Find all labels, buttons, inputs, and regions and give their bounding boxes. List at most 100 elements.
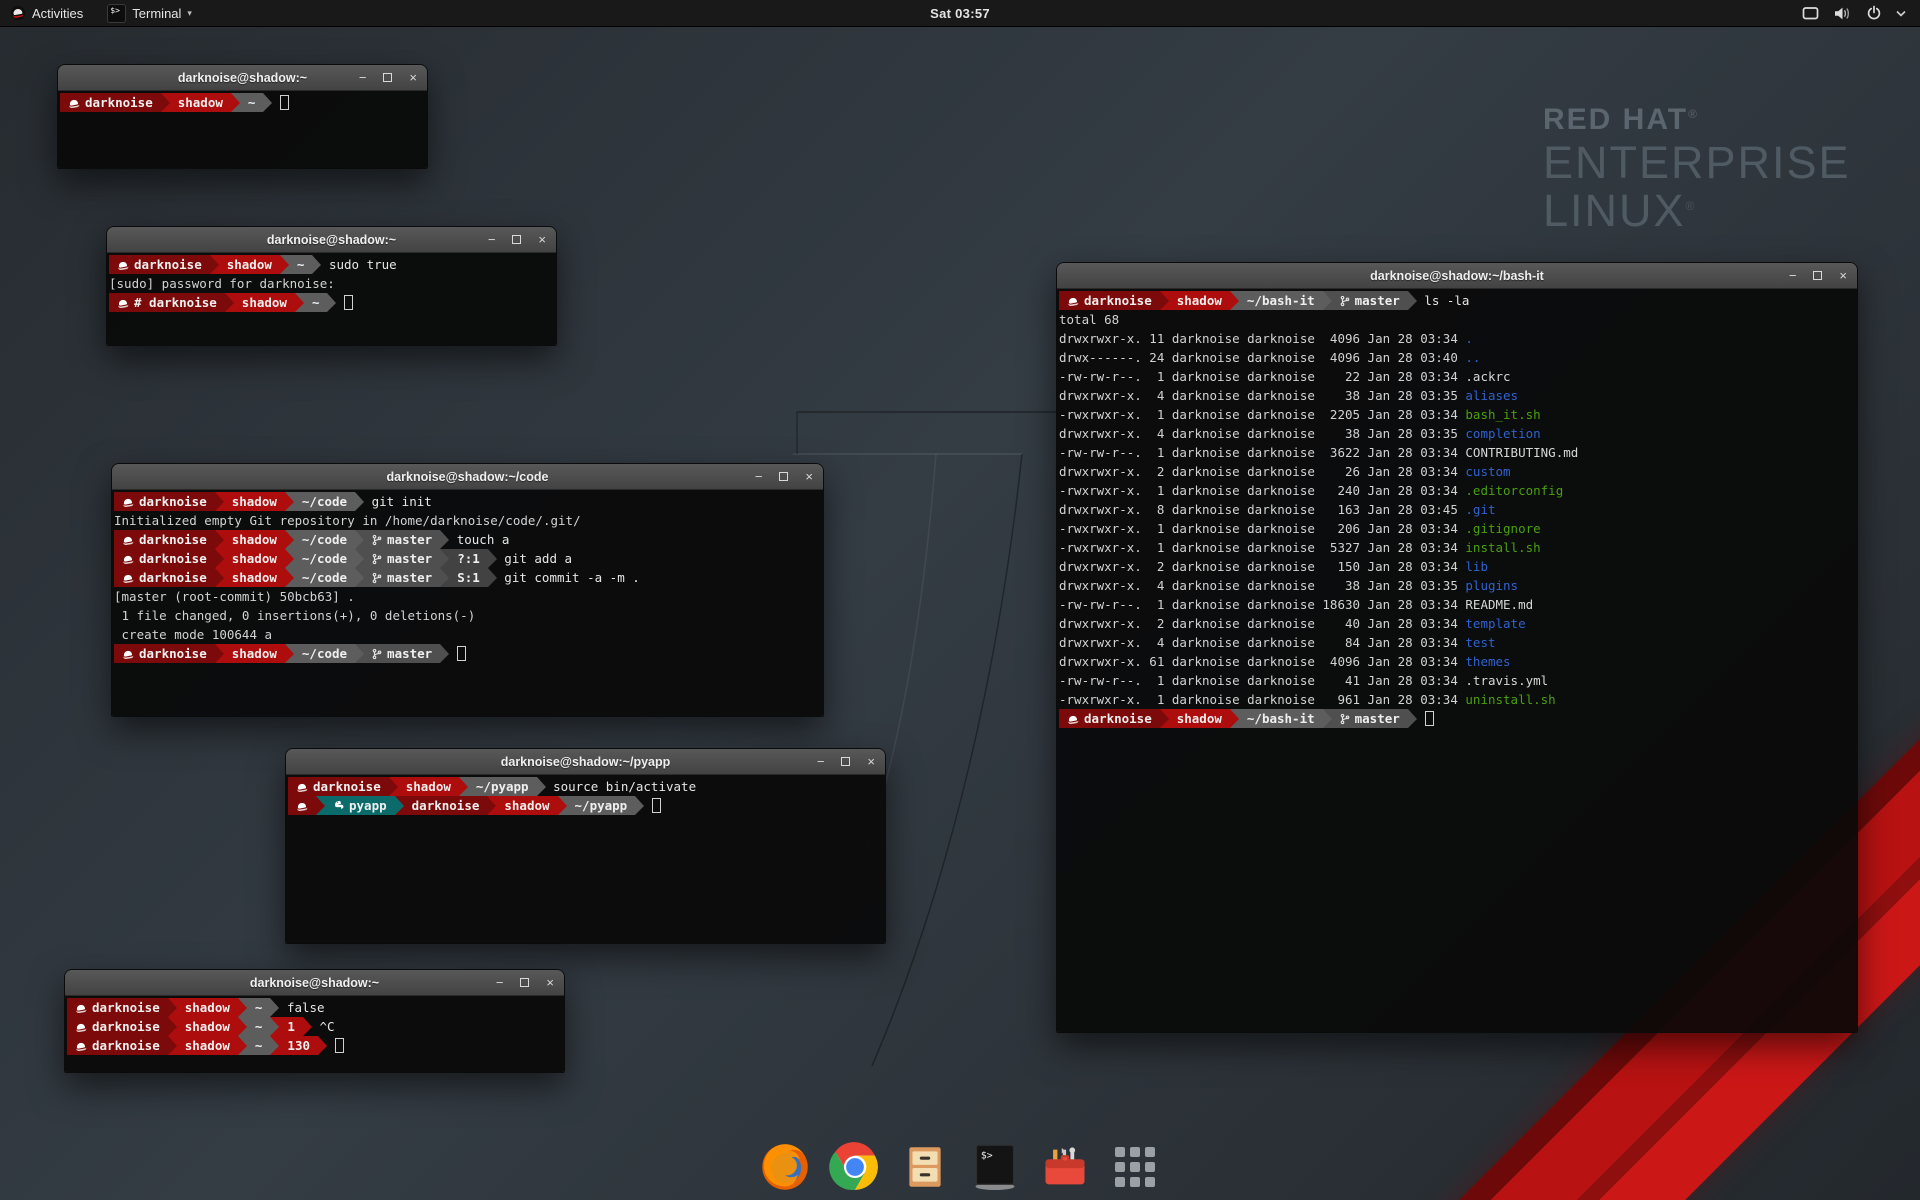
powerline-arrow xyxy=(355,492,364,511)
powerline-arrow xyxy=(280,255,289,274)
prompt-segment-user: darknoise xyxy=(114,568,215,587)
terminal-output-line: drwxrwxr-x. 4 darknoise darknoise 38 Jan… xyxy=(1059,424,1857,443)
terminal-content[interactable]: darknoiseshadow~ xyxy=(58,91,427,168)
terminal-output-line: -rwxrwxr-x. 1 darknoise darknoise 240 Ja… xyxy=(1059,481,1857,500)
powerline-arrow xyxy=(168,1036,177,1055)
minimize-button[interactable]: − xyxy=(1789,269,1797,282)
redhat-prompt-icon xyxy=(296,800,308,812)
dock-item-terminal[interactable]: $> xyxy=(968,1140,1022,1194)
prompt-segment-path: ~ xyxy=(304,293,328,312)
powerline-arrow xyxy=(459,777,468,796)
minimize-button[interactable]: − xyxy=(755,470,763,483)
ls-row-filename: install.sh xyxy=(1465,540,1540,555)
maximize-button[interactable] xyxy=(383,73,392,82)
maximize-button[interactable] xyxy=(841,757,850,766)
ls-row-filename: test xyxy=(1465,635,1495,650)
terminal-output-line: drwxrwxr-x. 8 darknoise darknoise 163 Ja… xyxy=(1059,500,1857,519)
window-titlebar[interactable]: darknoise@shadow:~ − × xyxy=(65,970,564,996)
maximize-button[interactable] xyxy=(779,472,788,481)
powerline-arrow xyxy=(295,293,304,312)
powerline-arrow xyxy=(1323,291,1332,310)
desktop: RED HAT® ENTERPRISE LINUX® Activities $>… xyxy=(0,0,1920,1200)
terminal-output-line: -rw-rw-r--. 1 darknoise darknoise 22 Jan… xyxy=(1059,367,1857,386)
prompt-line: # darknoiseshadow~ xyxy=(109,293,556,312)
powerline-arrow xyxy=(440,568,449,587)
prompt-segment-host: shadow xyxy=(1169,709,1230,728)
terminal-content[interactable]: darknoiseshadow~/code git initInitialize… xyxy=(112,490,823,716)
prompt-segment-user: darknoise xyxy=(67,1036,168,1055)
output-text: [sudo] password for darknoise: xyxy=(109,276,335,291)
output-text: 1 file changed, 0 insertions(+), 0 delet… xyxy=(114,608,475,623)
minimize-button[interactable]: − xyxy=(359,71,367,84)
powerline-arrow xyxy=(263,93,272,112)
dock-item-firefox[interactable] xyxy=(758,1140,812,1194)
prompt-segment-path: ~/code xyxy=(294,530,355,549)
maximize-button[interactable] xyxy=(1813,271,1822,280)
prompt-segment-user: darknoise xyxy=(114,549,215,568)
ls-row-filename: completion xyxy=(1465,426,1540,441)
close-button[interactable]: × xyxy=(805,470,813,483)
typed-command: git commit -a -m . xyxy=(497,570,640,585)
typed-command: sudo true xyxy=(321,257,396,272)
ls-row-meta: -rwxrwxr-x. 1 darknoise darknoise 2205 J… xyxy=(1059,407,1465,422)
prompt-line: darknoiseshadow~1 ^C xyxy=(67,1017,564,1036)
minimize-button[interactable]: − xyxy=(488,233,496,246)
ls-row-filename: . xyxy=(1465,331,1473,346)
window-titlebar[interactable]: darknoise@shadow:~ − × xyxy=(107,227,556,253)
terminal-window-sudo: darknoise@shadow:~ − × darknoiseshadow~ … xyxy=(106,226,557,346)
output-text: total 68 xyxy=(1059,312,1119,327)
powerline-arrow xyxy=(488,549,497,568)
window-titlebar[interactable]: darknoise@shadow:~/bash-it − × xyxy=(1057,263,1857,289)
powerline-arrow xyxy=(355,530,364,549)
branding-red-hat: RED HAT® xyxy=(1543,103,1851,137)
powerline-arrow xyxy=(395,796,404,815)
maximize-button[interactable] xyxy=(512,235,521,244)
activities-button[interactable]: Activities xyxy=(0,0,93,26)
ls-row-filename: bash_it.sh xyxy=(1465,407,1540,422)
output-text: Initialized empty Git repository in /hom… xyxy=(114,513,581,528)
prompt-segment-git: master xyxy=(364,644,440,663)
prompt-segment-git: master xyxy=(364,530,440,549)
terminal-content[interactable]: darknoiseshadow~/pyapp source bin/activa… xyxy=(286,775,885,943)
terminal-window-pyapp: darknoise@shadow:~/pyapp − × darknoisesh… xyxy=(285,748,886,944)
powerline-arrow xyxy=(1230,291,1239,310)
clock[interactable]: Sat 03:57 xyxy=(930,6,990,21)
app-menu-terminal[interactable]: $> Terminal ▾ xyxy=(97,0,202,26)
ls-row-meta: -rw-rw-r--. 1 darknoise darknoise 22 Jan… xyxy=(1059,369,1465,384)
window-titlebar[interactable]: darknoise@shadow:~/pyapp − × xyxy=(286,749,885,775)
terminal-output-line: drwxrwxr-x. 4 darknoise darknoise 84 Jan… xyxy=(1059,633,1857,652)
dock-item-app-grid[interactable] xyxy=(1108,1140,1162,1194)
prompt-line: darknoiseshadow~/bash-itmaster xyxy=(1059,709,1857,728)
close-button[interactable]: × xyxy=(546,976,554,989)
maximize-button[interactable] xyxy=(520,978,529,987)
prompt-line: darknoiseshadow~/codemaster touch a xyxy=(114,530,823,549)
minimize-button[interactable]: − xyxy=(496,976,504,989)
dock-item-chrome[interactable] xyxy=(828,1140,882,1194)
close-button[interactable]: × xyxy=(538,233,546,246)
redhat-prompt-icon xyxy=(75,1002,87,1014)
close-button[interactable]: × xyxy=(409,71,417,84)
prompt-segment-user: darknoise xyxy=(1059,709,1160,728)
close-button[interactable]: × xyxy=(1839,269,1847,282)
window-titlebar[interactable]: darknoise@shadow:~ − × xyxy=(58,65,427,91)
terminal-cursor xyxy=(280,95,289,110)
powerline-arrow xyxy=(537,777,546,796)
ls-row-meta: -rwxrwxr-x. 1 darknoise darknoise 206 Ja… xyxy=(1059,521,1465,536)
caret-down-icon xyxy=(1896,9,1906,17)
terminal-output-line: drwxrwxr-x. 11 darknoise darknoise 4096 … xyxy=(1059,329,1857,348)
window-title: darknoise@shadow:~ xyxy=(250,976,379,990)
prompt-segment-path: ~/code xyxy=(294,568,355,587)
ls-row-meta: -rw-rw-r--. 1 darknoise darknoise 3622 J… xyxy=(1059,445,1465,460)
system-status-area[interactable] xyxy=(1802,0,1920,26)
terminal-content[interactable]: darknoiseshadow~ sudo true[sudo] passwor… xyxy=(107,253,556,345)
terminal-window-code: darknoise@shadow:~/code − × darknoise sha… xyxy=(111,463,824,717)
prompt-segment-host: shadow xyxy=(224,530,285,549)
powerline-arrow xyxy=(1160,709,1169,728)
minimize-button[interactable]: − xyxy=(817,755,825,768)
terminal-content[interactable]: darknoiseshadow~/bash-itmaster ls -latot… xyxy=(1057,289,1857,1032)
close-button[interactable]: × xyxy=(867,755,875,768)
dock-item-file-manager[interactable] xyxy=(898,1140,952,1194)
window-titlebar[interactable]: darknoise@shadow:~/code − × xyxy=(112,464,823,490)
terminal-content[interactable]: darknoiseshadow~ falsedarknoiseshadow~1 … xyxy=(65,996,564,1072)
dock-item-toolbox[interactable] xyxy=(1038,1140,1092,1194)
